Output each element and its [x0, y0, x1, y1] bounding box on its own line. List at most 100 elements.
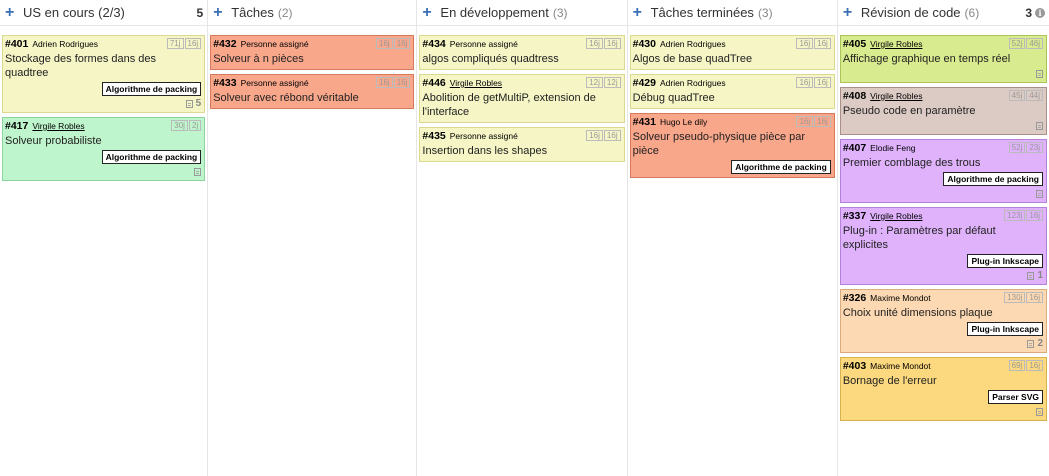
card-header: #326 Maxime Mondot 130j 16j — [843, 292, 1043, 305]
task-card[interactable]: #435 Personne assigné 16j 16j Insertion dans… — [419, 127, 625, 162]
card-id[interactable]: #433 — [213, 77, 236, 89]
estimate-remaining: 16j — [814, 77, 831, 88]
card-tags: Parser SVG — [843, 390, 1043, 404]
card-assignee: Personne assigné — [240, 39, 309, 49]
card-estimates: 52j 23j — [1008, 142, 1043, 153]
document-icon[interactable] — [1036, 407, 1043, 416]
estimate-remaining: 16j — [184, 38, 202, 49]
card-estimates: 30j 2j — [171, 120, 202, 131]
card-list: #405 Virgile Robles 52j 46j Affichage graphi… — [838, 26, 1049, 421]
task-card[interactable]: #326 Maxime Mondot 130j 16j Choix unité dime… — [839, 289, 1047, 353]
card-attachments — [843, 188, 1043, 199]
card-id[interactable]: #401 — [5, 38, 28, 50]
card-id[interactable]: #429 — [633, 77, 656, 89]
task-card[interactable]: #430 Adrien Rodrigues 16j 16j Algos de base … — [629, 35, 835, 70]
document-icon[interactable] — [185, 99, 193, 108]
estimate-remaining: 23j — [1026, 142, 1043, 153]
estimate-initial: 16j — [796, 116, 814, 127]
document-icon[interactable] — [194, 167, 202, 176]
card-id[interactable]: #403 — [843, 360, 866, 372]
card-attachments — [843, 406, 1043, 417]
card-id[interactable]: #432 — [213, 38, 236, 50]
document-icon[interactable] — [1027, 339, 1035, 348]
card-title: Algos de base quadTree — [632, 53, 753, 65]
card-header: #431 Hugo Le dily 16j 16j — [633, 116, 831, 129]
card-assignee: Adrien Rodrigues — [659, 39, 726, 49]
task-card[interactable]: #407 Elodie Feng 52j 23j Premier comblage de… — [839, 139, 1047, 203]
task-card[interactable]: #446 Virgile Robles 12j 12j Abolition de get… — [419, 74, 625, 123]
document-icon[interactable] — [1036, 189, 1043, 198]
card-title: Choix unité dimensions plaque — [842, 307, 993, 319]
card-estimates: 45j 44j — [1008, 90, 1043, 101]
column-header: + Tâches (2) — [208, 0, 417, 26]
column-card-count: (2) — [277, 5, 293, 20]
task-card[interactable]: #434 Personne assigné 16j 16j algos compliqu… — [419, 35, 625, 70]
card-tag[interactable]: Plug-in Inkscape — [967, 254, 1043, 268]
task-card[interactable]: #429 Adrien Rodrigues 16j 16j Débug quadTree — [629, 74, 835, 109]
card-assignee[interactable]: Virgile Robles — [870, 211, 922, 221]
add-card-icon[interactable]: + — [422, 4, 436, 21]
card-title: Abolition de getMultiP, extension de l'i… — [422, 92, 596, 118]
card-id[interactable]: #446 — [422, 77, 445, 89]
card-id[interactable]: #407 — [843, 142, 866, 154]
column-limit: 3 — [1025, 5, 1032, 20]
card-assignee[interactable]: Virgile Robles — [870, 39, 922, 49]
card-assignee: Hugo Le dily — [659, 117, 708, 127]
card-list: #434 Personne assigné 16j 16j algos compliqu… — [417, 26, 626, 162]
card-assignee[interactable]: Virgile Robles — [450, 78, 502, 88]
document-icon[interactable] — [1027, 271, 1035, 280]
estimate-remaining: 16j — [1026, 292, 1043, 303]
task-card[interactable]: #405 Virgile Robles 52j 46j Affichage graphi… — [839, 35, 1047, 83]
info-icon[interactable]: i — [1035, 7, 1045, 18]
card-id[interactable]: #434 — [422, 38, 445, 50]
task-card[interactable]: #337 Virgile Robles 123j 16j Plug-in : Param… — [839, 207, 1047, 285]
estimate-remaining: 44j — [1026, 90, 1043, 101]
card-assignee[interactable]: Virgile Robles — [32, 121, 84, 131]
card-id[interactable]: #337 — [843, 210, 866, 222]
card-tags: Algorithme de packing — [633, 160, 831, 174]
task-card[interactable]: #401 Adrien Rodrigues 71j 16j Stockage des f… — [2, 35, 206, 113]
card-id[interactable]: #326 — [843, 292, 866, 304]
add-card-icon[interactable]: + — [843, 4, 857, 21]
card-id[interactable]: #430 — [633, 38, 656, 50]
estimate-initial: 12j — [586, 77, 603, 88]
card-id[interactable]: #408 — [843, 90, 866, 102]
card-tag[interactable]: Algorithme de packing — [943, 172, 1043, 186]
estimate-initial: 16j — [586, 38, 603, 49]
card-estimates: 16j 16j — [796, 38, 831, 49]
task-card[interactable]: #432 Personne assigné 16j 16j Solveur à n pi… — [210, 35, 415, 70]
card-id[interactable]: #431 — [633, 116, 656, 128]
task-card[interactable]: #433 Personne assigné 16j 16j Solveur avec r… — [210, 74, 415, 109]
card-id[interactable]: #435 — [422, 130, 445, 142]
task-card[interactable]: #408 Virgile Robles 45j 44j Pseudo code en p… — [839, 87, 1047, 135]
column-card-count: (3) — [552, 5, 568, 20]
card-title: Plug-in : Paramètres par défaut explicit… — [842, 225, 996, 251]
card-tag[interactable]: Algorithme de packing — [101, 150, 202, 164]
column-title: En développement — [440, 5, 549, 20]
add-card-icon[interactable]: + — [213, 4, 227, 21]
card-tag[interactable]: Algorithme de packing — [731, 160, 831, 174]
column-title: US en cours (2/3) — [23, 5, 125, 20]
card-estimates: 69j 16j — [1008, 360, 1043, 371]
card-assignee[interactable]: Virgile Robles — [870, 91, 922, 101]
card-tag[interactable]: Parser SVG — [988, 390, 1043, 404]
task-card[interactable]: #417 Virgile Robles 30j 2j Solveur probabili… — [2, 117, 206, 181]
task-card[interactable]: #431 Hugo Le dily 16j 16j Solveur pseudo-phy… — [629, 113, 835, 178]
column-title: Tâches — [231, 5, 274, 20]
estimate-initial: 30j — [171, 120, 188, 131]
add-card-icon[interactable]: + — [5, 4, 19, 21]
card-id[interactable]: #417 — [5, 120, 28, 132]
card-tag[interactable]: Algorithme de packing — [101, 82, 202, 96]
card-attachments — [843, 68, 1043, 79]
card-title: Solveur avec rébond véritable — [213, 92, 359, 104]
document-icon[interactable] — [1036, 69, 1043, 78]
column-card-count: (6) — [964, 5, 980, 20]
card-assignee: Adrien Rodrigues — [32, 39, 99, 49]
task-card[interactable]: #403 Maxime Mondot 69j 16j Bornage de l'erre… — [839, 357, 1047, 421]
card-tag[interactable]: Plug-in Inkscape — [967, 322, 1043, 336]
estimate-initial: 123j — [1004, 210, 1026, 221]
estimate-initial: 52j — [1008, 142, 1026, 153]
document-icon[interactable] — [1036, 121, 1043, 130]
card-id[interactable]: #405 — [843, 38, 866, 50]
add-card-icon[interactable]: + — [633, 4, 647, 21]
